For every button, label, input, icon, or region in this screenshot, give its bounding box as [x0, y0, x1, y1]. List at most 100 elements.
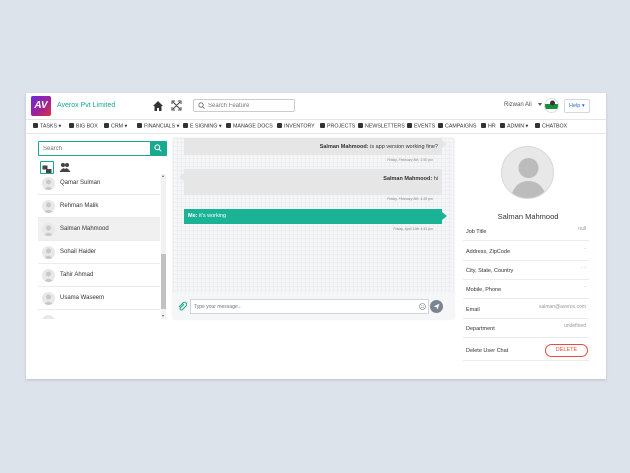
- field-value: -: [584, 246, 586, 252]
- field-label: Email: [466, 307, 480, 313]
- menu-inventory[interactable]: INVENTORY: [277, 123, 315, 130]
- fullscreen-icon[interactable]: [171, 100, 182, 111]
- chat-message: Me: it's working: [184, 209, 442, 224]
- contact-search[interactable]: [38, 141, 166, 156]
- tab-direct-chats[interactable]: [40, 161, 54, 174]
- feature-search-input[interactable]: [208, 101, 292, 111]
- message-time: Friday, February 8th, 3:50 pm: [387, 158, 433, 162]
- menu-hr-label: HR: [488, 123, 496, 130]
- menu-chatbox-label: CHATBOX: [542, 123, 568, 130]
- feature-search[interactable]: [193, 99, 295, 112]
- avatar: [42, 246, 55, 259]
- menu-manage-docs-label: MANAGE DOCS: [233, 123, 273, 130]
- message-tail: [442, 212, 447, 220]
- chat-message: Salman Mahmood: is app version working f…: [184, 138, 442, 155]
- contact-name: Salman Mahmood: [60, 226, 109, 232]
- message-input-box[interactable]: [190, 299, 429, 314]
- top-bar: AV Averox Pvt Limited Rizwan Ali Help ▾: [26, 93, 606, 120]
- paperclip-icon[interactable]: [177, 301, 187, 311]
- user-avatar[interactable]: [544, 98, 559, 113]
- menu-admin-label: ADMIN: [507, 123, 525, 130]
- profile-field: Job Title null: [463, 222, 589, 241]
- menu-admin[interactable]: ADMIN ▾: [500, 123, 528, 130]
- avatar: [501, 146, 554, 199]
- list-item[interactable]: Tahir Ahmad: [38, 264, 160, 287]
- chat-panel: Salman Mahmood: is app version working f…: [173, 138, 454, 319]
- menu-big-box-label: BIG BOX: [76, 123, 98, 130]
- field-label: City, State, Country: [466, 268, 514, 274]
- projects-icon: [320, 123, 325, 128]
- list-item[interactable]: Rehman Malik: [38, 195, 160, 218]
- menu-e-signing[interactable]: E SIGNING ▾: [183, 123, 222, 130]
- profile-name: Salman Mahmood: [497, 212, 559, 221]
- field-value: -: [584, 284, 586, 290]
- contact-name: Tahir Ahmad: [60, 272, 94, 278]
- avatar: [42, 269, 55, 282]
- list-item[interactable]: Sohail Haider: [38, 241, 160, 264]
- field-value: salman@averox.com: [538, 304, 586, 310]
- avatar: [42, 315, 55, 319]
- menu-crm-label: CRM: [111, 123, 124, 130]
- menu-events-label: EVENTS: [414, 123, 436, 130]
- profile-field: Department undefined: [463, 319, 589, 338]
- users-icon: [59, 163, 71, 172]
- contact-name: Qamar Sulman: [60, 180, 101, 186]
- chat-message: Salman Mahmood: hi: [184, 169, 442, 195]
- menu-financials[interactable]: FINANCIALS ▾: [137, 123, 179, 130]
- crm-icon: [104, 123, 109, 128]
- contact-name: Rehman Malik: [60, 203, 99, 209]
- menu-events[interactable]: EVENTS: [407, 123, 435, 130]
- home-icon[interactable]: [152, 100, 164, 112]
- message-sender: Me:: [188, 213, 198, 219]
- menu-tasks[interactable]: TASKS ▾: [33, 123, 61, 130]
- message-time: Friday, February 8th, 4:38 pm: [387, 197, 433, 201]
- chat-content: Qamar Sulman Rehman Malik Salman Mahmood…: [26, 134, 606, 379]
- campaigns-icon: [438, 123, 443, 128]
- contact-list-scrollbar[interactable]: [161, 174, 166, 319]
- field-label: Job Title: [466, 229, 487, 235]
- chatbox-icon: [535, 123, 540, 128]
- app-window: AV Averox Pvt Limited Rizwan Ali Help ▾ …: [26, 93, 606, 379]
- contact-search-input[interactable]: [43, 144, 143, 153]
- message-text: hi: [433, 176, 438, 182]
- scrollbar-thumb[interactable]: [161, 254, 166, 309]
- list-item[interactable]: Usama Waseem: [38, 287, 160, 310]
- profile-field: Email salman@averox.com: [463, 300, 589, 319]
- company-name[interactable]: Averox Pvt Limited: [57, 102, 115, 109]
- emoji-icon[interactable]: [419, 303, 426, 310]
- menu-inventory-label: INVENTORY: [284, 123, 315, 130]
- message-input[interactable]: [194, 303, 414, 311]
- send-button[interactable]: [430, 300, 443, 313]
- avatar: [42, 177, 55, 190]
- message-tail: [442, 140, 447, 148]
- menu-chatbox[interactable]: CHATBOX: [535, 123, 567, 130]
- menu-crm[interactable]: CRM ▾: [104, 123, 127, 130]
- list-item[interactable]: Salman Mahmood: [38, 218, 160, 241]
- menu-big-box[interactable]: BIG BOX: [69, 123, 98, 130]
- menu-campaigns[interactable]: CAMPAIGNS: [438, 123, 476, 130]
- menu-newsletters[interactable]: NEWSLETTERS: [358, 123, 405, 130]
- events-icon: [407, 123, 412, 128]
- list-item[interactable]: Qamar Sulman: [38, 174, 160, 195]
- delete-button[interactable]: DELETE: [545, 344, 588, 357]
- contact-search-button[interactable]: [150, 141, 167, 156]
- profile-field: Address, ZipCode -: [463, 242, 589, 261]
- profile-field: Mobile, Phone -: [463, 280, 589, 299]
- help-button[interactable]: Help ▾: [564, 99, 590, 113]
- user-menu-caret-icon[interactable]: [538, 103, 542, 106]
- help-label: Help: [569, 103, 581, 109]
- list-item[interactable]: [38, 310, 160, 319]
- contact-name: Usama Waseem: [60, 295, 105, 301]
- tab-group-chats[interactable]: [58, 161, 72, 174]
- contact-list: Qamar Sulman Rehman Malik Salman Mahmood…: [38, 174, 160, 319]
- menu-hr[interactable]: HR: [481, 123, 496, 130]
- menu-projects-label: PROJECTS: [327, 123, 356, 130]
- company-logo[interactable]: AV: [31, 96, 51, 116]
- menu-projects[interactable]: PROJECTS: [320, 123, 355, 130]
- scroll-up-icon[interactable]: [162, 175, 164, 177]
- user-name[interactable]: Rizwan Ali: [504, 102, 532, 108]
- menu-e-signing-label: E SIGNING: [190, 123, 218, 130]
- scroll-down-icon[interactable]: [162, 315, 164, 317]
- field-value: - -: [581, 265, 586, 271]
- menu-manage-docs[interactable]: MANAGE DOCS: [226, 123, 273, 130]
